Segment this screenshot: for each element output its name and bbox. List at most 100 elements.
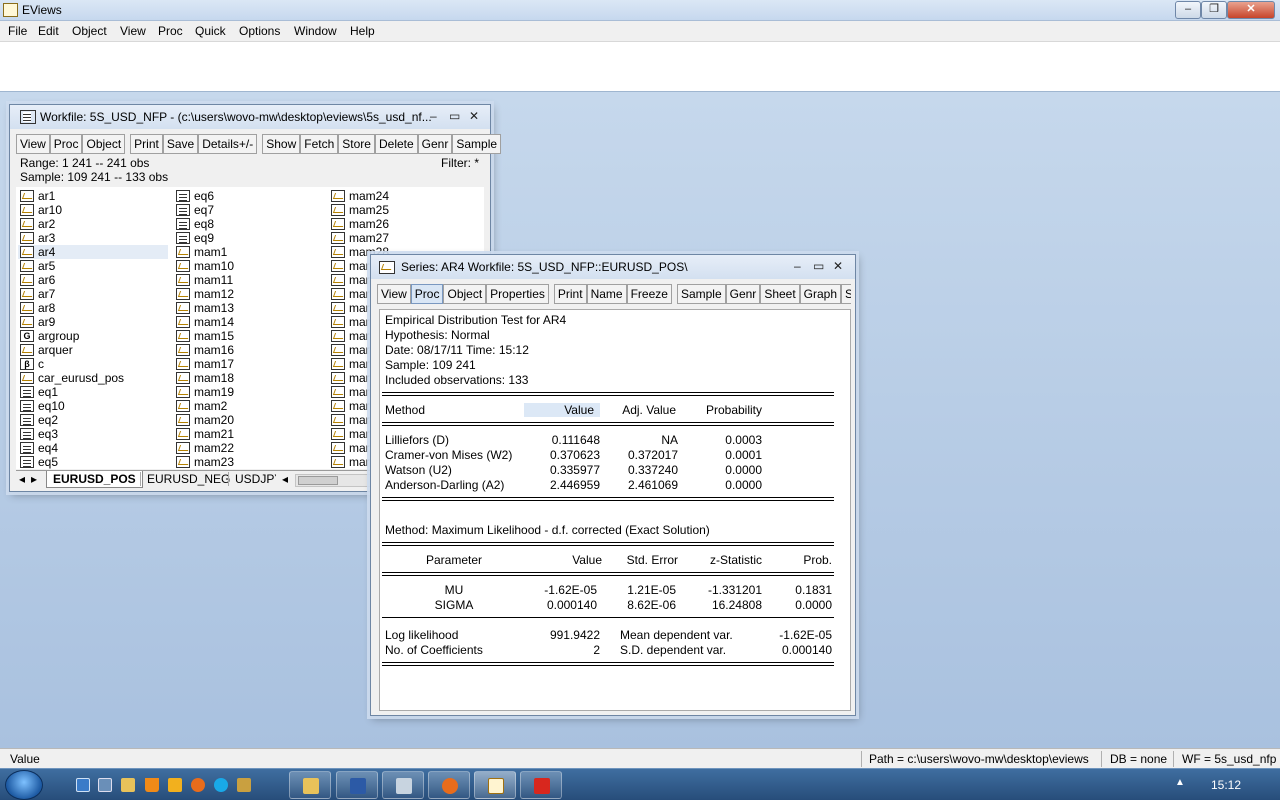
firefox-quick-icon[interactable] bbox=[191, 778, 205, 792]
series-view-button[interactable]: View bbox=[377, 284, 411, 304]
taskbar-eviews[interactable] bbox=[474, 771, 516, 799]
status-db[interactable]: DB = none bbox=[1110, 752, 1167, 766]
hscroll-left-icon[interactable]: ◂ bbox=[282, 472, 288, 486]
menu-quick[interactable]: Quick bbox=[195, 24, 226, 38]
menu-window[interactable]: Window bbox=[294, 24, 337, 38]
menu-help[interactable]: Help bbox=[350, 24, 375, 38]
tray-arrow-icon[interactable]: ▲ bbox=[1175, 777, 1185, 788]
workfile-object[interactable]: mam25 bbox=[329, 203, 479, 217]
workfile-object[interactable]: mam13 bbox=[174, 301, 324, 315]
workfile-object[interactable]: eq9 bbox=[174, 231, 324, 245]
scrollbar-thumb[interactable] bbox=[298, 476, 338, 485]
command-window[interactable] bbox=[0, 42, 1280, 92]
workfile-object[interactable]: mam16 bbox=[174, 343, 324, 357]
workfile-object[interactable]: mam19 bbox=[174, 385, 324, 399]
tab-usdjpy[interactable]: USDJPY bbox=[228, 472, 276, 486]
status-wf[interactable]: WF = 5s_usd_nfp bbox=[1182, 752, 1276, 766]
workfile-object[interactable]: eq5 bbox=[18, 455, 168, 469]
outlook-icon[interactable] bbox=[168, 778, 182, 792]
series-minimize-icon[interactable]: – bbox=[794, 259, 801, 273]
workfile-object[interactable]: Gargroup bbox=[18, 329, 168, 343]
workfile-object[interactable]: mam22 bbox=[174, 441, 324, 455]
workfile-object[interactable]: arquer bbox=[18, 343, 168, 357]
workfile-object[interactable]: mam21 bbox=[174, 427, 324, 441]
wf-details-button[interactable]: Details+/- bbox=[198, 134, 258, 154]
wf-save-button[interactable]: Save bbox=[162, 134, 199, 154]
t1-header-value[interactable]: Value bbox=[524, 403, 600, 417]
workfile-object[interactable]: mam24 bbox=[329, 189, 479, 203]
workfile-object[interactable]: mam14 bbox=[174, 315, 324, 329]
menu-view[interactable]: View bbox=[120, 24, 146, 38]
workfile-object[interactable]: ar1 bbox=[18, 189, 168, 203]
menu-object[interactable]: Object bbox=[72, 24, 107, 38]
taskbar-firefox[interactable] bbox=[428, 771, 470, 799]
minimize-button[interactable]: – bbox=[1175, 1, 1201, 19]
wf-view-button[interactable]: View bbox=[16, 134, 50, 154]
explorer-quick-icon[interactable] bbox=[121, 778, 135, 792]
series-graph-button[interactable]: Graph bbox=[799, 284, 842, 304]
series-proc-button[interactable]: Proc bbox=[410, 284, 444, 304]
menu-proc[interactable]: Proc bbox=[158, 24, 183, 38]
wf-store-button[interactable]: Store bbox=[338, 134, 375, 154]
wf-proc-button[interactable]: Proc bbox=[49, 134, 83, 154]
tab-eurusd-pos[interactable]: EURUSD_POS bbox=[46, 471, 143, 488]
tab-scroll-right-icon[interactable]: ▸ bbox=[31, 472, 37, 486]
series-sample-button[interactable]: Sample bbox=[676, 284, 726, 304]
workfile-object[interactable]: ar5 bbox=[18, 259, 168, 273]
workfile-object[interactable]: mam15 bbox=[174, 329, 324, 343]
close-button[interactable]: ✕ bbox=[1227, 1, 1275, 19]
series-stats-button[interactable]: Stats bbox=[841, 284, 851, 304]
workfile-object[interactable]: ar3 bbox=[18, 231, 168, 245]
workfile-object[interactable]: eq10 bbox=[18, 399, 168, 413]
workfile-object[interactable]: ar4 bbox=[18, 245, 168, 259]
taskbar-explorer[interactable] bbox=[289, 771, 331, 799]
workfile-close-icon[interactable]: ✕ bbox=[469, 109, 479, 123]
show-desktop-icon[interactable] bbox=[76, 778, 90, 792]
menu-options[interactable]: Options bbox=[239, 24, 280, 38]
workfile-object[interactable]: mam20 bbox=[174, 413, 324, 427]
series-name-button[interactable]: Name bbox=[586, 284, 627, 304]
workfile-maximize-icon[interactable]: ▭ bbox=[449, 109, 460, 123]
workfile-object[interactable]: mam1 bbox=[174, 245, 324, 259]
wf-object-button[interactable]: Object bbox=[82, 134, 126, 154]
taskbar-word[interactable] bbox=[336, 771, 378, 799]
workfile-object[interactable]: eq8 bbox=[174, 217, 324, 231]
workfile-object[interactable]: mam2 bbox=[174, 399, 324, 413]
workfile-object[interactable]: car_eurusd_pos bbox=[18, 371, 168, 385]
start-button-icon[interactable] bbox=[5, 770, 43, 800]
taskbar-acrobat[interactable] bbox=[520, 771, 562, 799]
wf-fetch-button[interactable]: Fetch bbox=[300, 134, 339, 154]
taskbar-calculator[interactable] bbox=[382, 771, 424, 799]
tab-eurusd-neg[interactable]: EURUSD_NEG bbox=[140, 472, 236, 486]
series-titlebar[interactable]: Series: AR4 Workfile: 5S_USD_NFP::EURUSD… bbox=[371, 255, 855, 279]
workfile-titlebar[interactable]: Workfile: 5S_USD_NFP - (c:\users\wovo-mw… bbox=[10, 105, 490, 129]
menu-edit[interactable]: Edit bbox=[38, 24, 59, 38]
workfile-object[interactable]: βc bbox=[18, 357, 168, 371]
workfile-object[interactable]: eq7 bbox=[174, 203, 324, 217]
workfile-object[interactable]: mam12 bbox=[174, 287, 324, 301]
wf-genr-button[interactable]: Genr bbox=[417, 134, 453, 154]
workfile-object[interactable]: mam11 bbox=[174, 273, 324, 287]
wf-show-button[interactable]: Show bbox=[262, 134, 301, 154]
workfile-object[interactable]: eq6 bbox=[174, 189, 324, 203]
series-freeze-button[interactable]: Freeze bbox=[626, 284, 672, 304]
workfile-object[interactable]: ar9 bbox=[18, 315, 168, 329]
window-switch-icon[interactable] bbox=[98, 778, 112, 792]
wf-print-button[interactable]: Print bbox=[130, 134, 163, 154]
workfile-object[interactable]: ar8 bbox=[18, 301, 168, 315]
workfile-object[interactable]: mam10 bbox=[174, 259, 324, 273]
series-print-button[interactable]: Print bbox=[553, 284, 587, 304]
series-sheet-button[interactable]: Sheet bbox=[760, 284, 800, 304]
workfile-object[interactable]: ar10 bbox=[18, 203, 168, 217]
clock[interactable]: 15:12 bbox=[1211, 778, 1241, 792]
series-properties-button[interactable]: Properties bbox=[486, 284, 549, 304]
workfile-minimize-icon[interactable]: – bbox=[430, 109, 437, 123]
workfile-object[interactable]: ar7 bbox=[18, 287, 168, 301]
workfile-object[interactable]: ar6 bbox=[18, 273, 168, 287]
skype-icon[interactable] bbox=[214, 778, 228, 792]
series-close-icon[interactable]: ✕ bbox=[833, 259, 843, 273]
workfile-object[interactable]: ar2 bbox=[18, 217, 168, 231]
workfile-object[interactable]: mam23 bbox=[174, 455, 324, 469]
eviews-quick-icon[interactable] bbox=[237, 778, 251, 792]
workfile-object[interactable]: eq2 bbox=[18, 413, 168, 427]
